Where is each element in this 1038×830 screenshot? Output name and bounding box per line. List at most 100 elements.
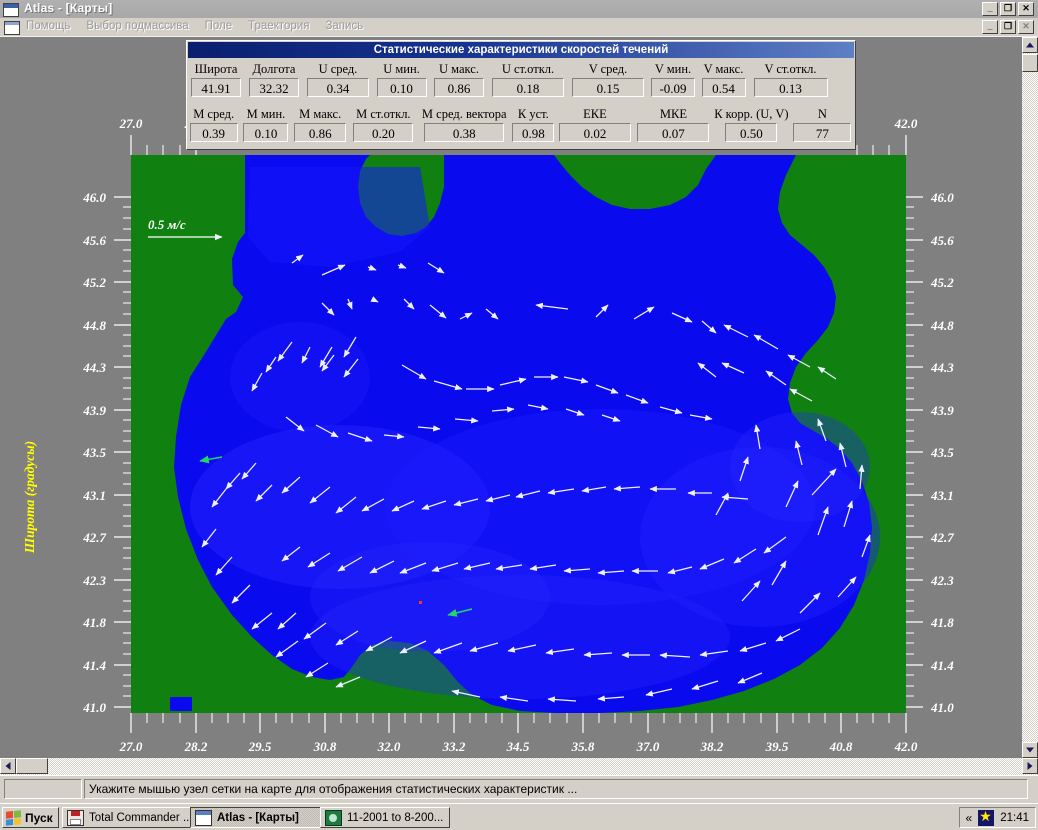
y-tick-label-right: 43.1 xyxy=(930,488,954,503)
scroll-left-button[interactable] xyxy=(0,758,16,774)
horizontal-scrollbar[interactable] xyxy=(0,758,1038,775)
chevron-left-icon xyxy=(5,762,11,770)
stat-value[interactable]: 0.98 xyxy=(512,123,555,142)
menu-field[interactable]: Поле xyxy=(203,20,235,32)
stat-label: V сред. xyxy=(588,62,628,76)
stat-value[interactable]: 0.15 xyxy=(572,78,644,97)
status-pane-left xyxy=(4,779,82,799)
stat-field-v-mean: V сред. 0.15 xyxy=(569,61,647,97)
y-tick-label-right: 46.0 xyxy=(930,190,954,205)
stat-value[interactable]: 0.34 xyxy=(307,78,369,97)
statistics-panel-title: Статистические характеристики скоростей … xyxy=(188,42,854,58)
stat-value[interactable]: 0.10 xyxy=(376,78,427,97)
mdi-window-controls: _ ❐ ✕ xyxy=(982,20,1034,34)
stat-value[interactable]: 0.13 xyxy=(753,78,828,97)
stat-value[interactable]: 0.02 xyxy=(558,123,631,142)
y-tick-label: 42.3 xyxy=(82,573,106,588)
scroll-up-button[interactable] xyxy=(1022,37,1038,53)
stat-value[interactable]: 0.54 xyxy=(701,78,746,97)
taskbar-button-label: Total Commander ... xyxy=(89,811,193,824)
taskbar-atlas[interactable]: Atlas - [Карты] xyxy=(190,807,322,828)
stat-value[interactable]: 32.32 xyxy=(249,78,299,97)
app-title-bar[interactable]: Atlas - [Карты] _ ❐ ✕ xyxy=(0,0,1038,19)
stat-value[interactable]: 0.86 xyxy=(294,123,347,142)
y-tick-label-right: 42.7 xyxy=(930,530,954,545)
stat-value[interactable]: 77 xyxy=(793,123,852,142)
close-icon: ✕ xyxy=(1022,3,1030,13)
window-controls: _ ❐ ✕ xyxy=(982,2,1034,16)
stat-label: М макс. xyxy=(299,107,342,121)
stat-value[interactable]: 0.07 xyxy=(637,123,710,142)
y-tick-label: 43.5 xyxy=(82,445,106,460)
minimize-button[interactable]: _ xyxy=(982,2,998,16)
stat-label: U мин. xyxy=(383,62,420,76)
stat-label: N xyxy=(817,107,827,121)
tray-expand-icon[interactable]: « xyxy=(966,811,973,825)
mdi-document-icon[interactable] xyxy=(4,21,20,35)
stat-field-v-min: V мин. -0.09 xyxy=(649,61,697,97)
stat-label: М ст.откл. xyxy=(356,107,411,121)
tray-app-icon[interactable] xyxy=(978,808,995,826)
stat-label: МКЕ xyxy=(659,107,687,121)
stat-value[interactable]: 0.39 xyxy=(189,123,238,142)
stat-value[interactable]: 0.18 xyxy=(492,78,564,97)
floppy-disk-icon xyxy=(67,809,84,826)
menu-help[interactable]: Помощь xyxy=(24,20,72,32)
map-panel[interactable]: 0.5 м/с xyxy=(131,155,906,713)
stat-label: Долгота xyxy=(252,62,296,76)
y-tick-label: 41.4 xyxy=(82,658,106,673)
stat-value[interactable]: 0.20 xyxy=(353,123,414,142)
stat-label: М сред. вектора xyxy=(421,107,507,121)
vertical-scrollbar[interactable] xyxy=(1022,37,1038,758)
restore-icon: ❐ xyxy=(1003,3,1013,13)
stat-label: U ст.откл. xyxy=(501,62,555,76)
horizontal-scroll-thumb[interactable] xyxy=(16,758,48,774)
stat-label: Широта xyxy=(194,62,238,76)
clock[interactable]: 21:41 xyxy=(1000,812,1029,824)
stat-value[interactable]: 0.10 xyxy=(243,123,289,142)
stat-value[interactable]: -0.09 xyxy=(651,78,695,97)
start-button[interactable]: Пуск xyxy=(2,807,59,828)
selected-grid-node-marker xyxy=(419,601,422,604)
map-client-area[interactable]: 0.5 м/с 46.0 45.6 45.2 44.8 44.3 43.9 43… xyxy=(0,37,1022,758)
x-tick-label: 37.0 xyxy=(636,739,660,754)
menu-select-submatrix[interactable]: Выбор подмассива xyxy=(84,20,190,32)
menu-record[interactable]: Запись xyxy=(323,20,365,32)
stat-field-n: N 77 xyxy=(791,106,854,142)
stat-value[interactable]: 0.50 xyxy=(725,123,778,142)
y-tick-label-right: 45.2 xyxy=(930,275,954,290)
stat-label: К корр. (U, V) xyxy=(714,107,789,121)
stat-value[interactable]: 0.38 xyxy=(424,123,505,142)
taskbar-button-label: Atlas - [Карты] xyxy=(217,811,299,824)
menu-trajectory[interactable]: Траектория xyxy=(246,20,311,32)
y-tick-label-right: 45.6 xyxy=(930,233,954,248)
stat-label: U сред. xyxy=(318,62,358,76)
mdi-close-button[interactable]: ✕ xyxy=(1018,20,1034,34)
taskbar-image-viewer[interactable]: 11-2001 to 8-200... xyxy=(320,807,450,828)
stat-label: V мин. xyxy=(654,62,692,76)
scroll-right-button[interactable] xyxy=(1022,758,1038,774)
close-button[interactable]: ✕ xyxy=(1018,2,1034,16)
statistics-row-2: М сред. 0.39 М мин. 0.10 М макс. 0.86 М … xyxy=(187,106,855,142)
scroll-down-button[interactable] xyxy=(1022,742,1038,758)
mdi-restore-button[interactable]: ❐ xyxy=(1000,20,1016,34)
mdi-minimize-button[interactable]: _ xyxy=(982,20,998,34)
restore-button[interactable]: ❐ xyxy=(1000,2,1016,16)
stat-label: М мин. xyxy=(246,107,286,121)
statistics-panel: Статистические характеристики скоростей … xyxy=(186,40,856,150)
status-message: Укажите мышью узел сетки на карте для от… xyxy=(84,779,1028,799)
x-tick-label-top: 27.0 xyxy=(119,116,143,131)
stat-value[interactable]: 41.91 xyxy=(191,78,241,97)
stat-field-u-min: U мин. 0.10 xyxy=(374,61,429,97)
x-tick-label: 32.0 xyxy=(377,739,401,754)
start-button-label: Пуск xyxy=(25,810,53,825)
stat-field-v-max: V макс. 0.54 xyxy=(699,61,748,97)
y-tick-label: 44.8 xyxy=(82,318,106,333)
x-tick-label: 40.8 xyxy=(829,739,853,754)
stat-value[interactable]: 0.86 xyxy=(434,78,484,97)
stat-field-eke: ЕКЕ 0.02 xyxy=(557,106,633,142)
vertical-scroll-thumb[interactable] xyxy=(1022,54,1038,72)
y-tick-label-right: 44.8 xyxy=(930,318,954,333)
y-tick-label-right: 43.5 xyxy=(930,445,954,460)
windows-logo-icon xyxy=(6,809,21,826)
